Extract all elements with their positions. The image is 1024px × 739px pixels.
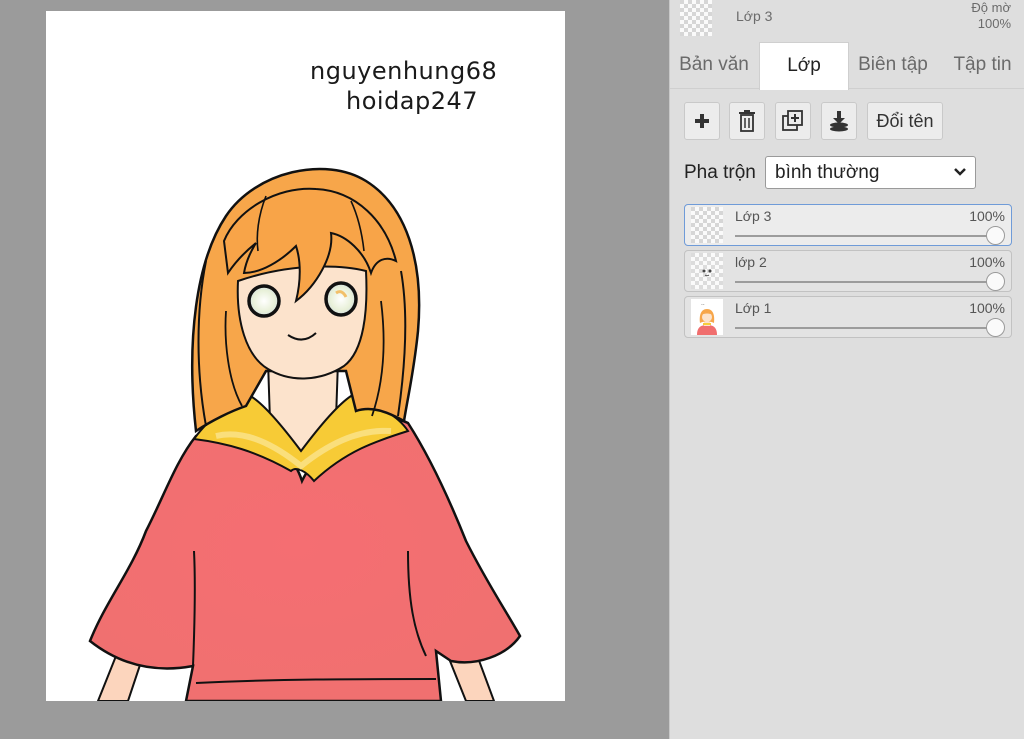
opacity-value: 100%	[977, 16, 1011, 31]
layer-opacity: 100%	[969, 300, 1005, 316]
rename-layer-button[interactable]: Đổi tên	[867, 102, 943, 140]
blend-mode-label: Pha trộn	[684, 162, 756, 183]
delete-layer-button[interactable]	[729, 102, 765, 140]
layer-item-2[interactable]: lớp 2 100%	[684, 250, 1012, 292]
layer-item-3[interactable]: Lớp 3 100%	[684, 204, 1012, 246]
plus-icon	[695, 114, 709, 128]
current-layer-thumbnail	[680, 0, 712, 36]
layer-name: Lớp 3	[735, 208, 772, 224]
layer-thumbnail: ··	[691, 299, 723, 335]
tab-layers[interactable]: Lớp	[759, 42, 849, 90]
merge-down-button[interactable]	[821, 102, 857, 140]
current-layer-name: Lớp 3	[736, 8, 773, 24]
opacity-slider-handle[interactable]	[986, 226, 1005, 245]
watermark-username: nguyenhung68	[310, 57, 498, 85]
character-drawing	[88, 167, 522, 701]
opacity-slider-track[interactable]	[735, 281, 995, 283]
blend-mode-value: bình thường	[775, 162, 880, 183]
drawing-canvas[interactable]: nguyenhung68 hoidap247	[46, 11, 565, 701]
layer-thumbnail	[691, 207, 723, 243]
tab-text[interactable]: Bản văn	[670, 42, 758, 88]
layer-name: Lớp 1	[735, 300, 772, 316]
blend-mode-select[interactable]: bình thường	[765, 156, 976, 189]
merge-down-icon	[830, 111, 848, 132]
canvas-workspace[interactable]: nguyenhung68 hoidap247	[0, 0, 669, 739]
layer-opacity: 100%	[969, 254, 1005, 270]
tab-file[interactable]: Tập tin	[940, 42, 1024, 88]
layer-name: lớp 2	[735, 254, 767, 270]
watermark-site: hoidap247	[346, 87, 479, 115]
current-layer-header: Lớp 3 Độ mờ 100%	[670, 0, 1024, 40]
layer-thumbnail	[691, 253, 723, 289]
duplicate-layer-button[interactable]	[775, 102, 811, 140]
opacity-slider-handle[interactable]	[986, 318, 1005, 337]
tab-edit[interactable]: Biên tập	[849, 42, 937, 88]
current-layer-opacity: Độ mờ 100%	[971, 0, 1011, 32]
opacity-slider-handle[interactable]	[986, 272, 1005, 291]
panel-tabs: Bản văn Lớp Biên tập Tập tin	[670, 42, 1024, 90]
opacity-slider-track[interactable]	[735, 327, 995, 329]
layers-panel: Lớp 3 Độ mờ 100% Bản văn Lớp Biên tập Tậ…	[669, 0, 1024, 739]
opacity-label: Độ mờ	[971, 0, 1011, 15]
svg-text:··: ··	[701, 302, 705, 309]
add-layer-button[interactable]	[684, 102, 720, 140]
chevron-down-icon	[954, 168, 966, 176]
trash-icon	[739, 110, 755, 132]
opacity-slider-track[interactable]	[735, 235, 995, 237]
duplicate-icon	[782, 110, 803, 131]
layer-opacity: 100%	[969, 208, 1005, 224]
layer-item-1[interactable]: ·· Lớp 1 100%	[684, 296, 1012, 338]
